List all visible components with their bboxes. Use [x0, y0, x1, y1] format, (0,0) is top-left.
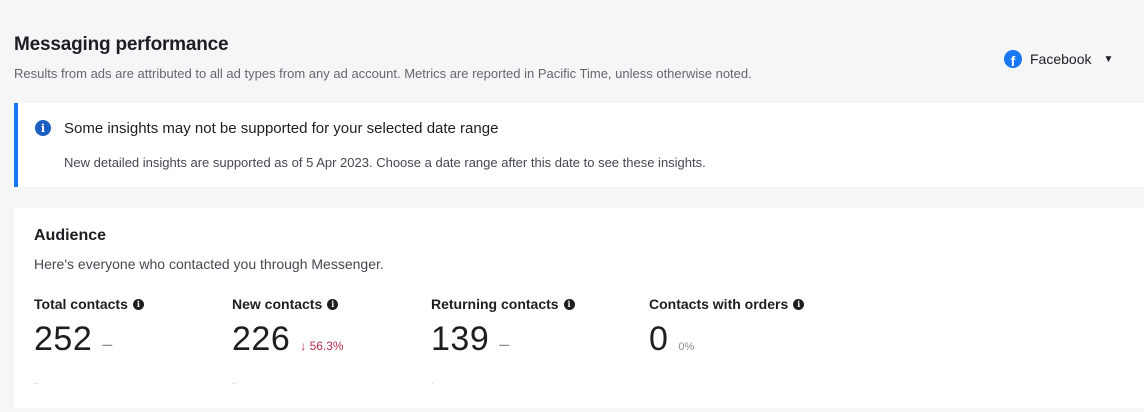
- metric-new-contacts: New contacts i 226 ↓ 56.3% ..: [232, 296, 344, 386]
- messaging-performance-card: Messaging performance Results from ads a…: [0, 0, 1144, 412]
- page-subtitle: Results from ads are attributed to all a…: [14, 66, 752, 81]
- metric-returning-contacts: Returning contacts i 139 – .: [431, 296, 575, 386]
- metric-value: 252: [34, 320, 93, 358]
- header: Messaging performance Results from ads a…: [14, 34, 752, 81]
- info-icon[interactable]: i: [327, 298, 339, 310]
- platform-label: Facebook: [1030, 51, 1092, 67]
- audience-section: Audience Here's everyone who contacted y…: [14, 208, 1144, 408]
- metric-label: Total contacts: [34, 296, 128, 312]
- notice-title: Some insights may not be supported for y…: [64, 120, 499, 137]
- metric-change: 0%: [678, 341, 695, 353]
- info-icon[interactable]: i: [793, 298, 805, 310]
- facebook-icon: f: [1004, 50, 1022, 68]
- info-icon[interactable]: i: [563, 298, 575, 310]
- audience-title: Audience: [34, 227, 107, 244]
- platform-dropdown[interactable]: f Facebook ▼: [1004, 48, 1113, 70]
- metric-label: Contacts with orders: [649, 296, 789, 312]
- metric-value: 0: [649, 320, 669, 358]
- metric-change: –: [499, 334, 510, 354]
- metric-value: 139: [431, 320, 490, 358]
- metric-value: 226: [232, 320, 291, 358]
- date-range-notice: i Some insights may not be supported for…: [14, 103, 1144, 187]
- metric-change: –: [102, 334, 113, 354]
- audience-subtitle: Here's everyone who contacted you throug…: [34, 256, 384, 272]
- caret-down-icon: ▼: [1103, 53, 1114, 65]
- metric-contacts-with-orders: Contacts with orders i 0 0%: [649, 296, 805, 359]
- metric-footnote: ..: [232, 376, 238, 386]
- page-title: Messaging performance: [14, 34, 229, 55]
- metric-total-contacts: Total contacts i 252 – ..: [34, 296, 144, 386]
- metric-footnote: .: [431, 376, 434, 386]
- metric-label: Returning contacts: [431, 296, 559, 312]
- metric-footnote: ..: [34, 376, 40, 386]
- info-icon[interactable]: i: [132, 298, 144, 310]
- info-icon: i: [35, 120, 51, 136]
- metric-label: New contacts: [232, 296, 323, 312]
- notice-body: New detailed insights are supported as o…: [64, 155, 706, 170]
- metric-change: ↓ 56.3%: [300, 339, 344, 353]
